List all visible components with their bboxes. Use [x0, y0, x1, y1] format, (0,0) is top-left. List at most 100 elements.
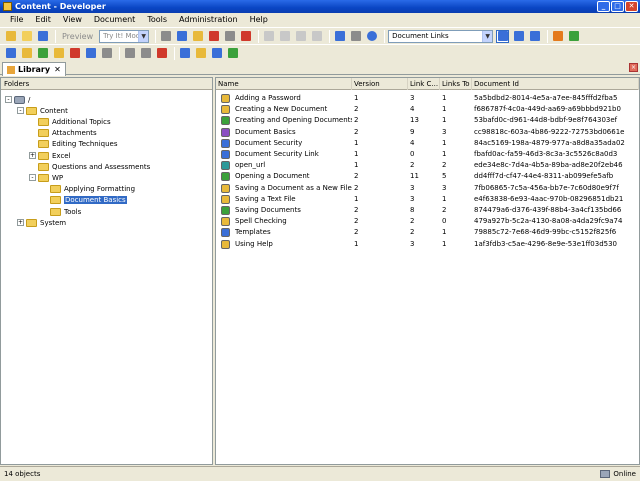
column-version[interactable]: Version — [352, 78, 408, 90]
link-icon[interactable] — [210, 47, 223, 60]
folder-applying-formatting[interactable]: Applying Formatting — [41, 184, 135, 195]
help-icon[interactable] — [365, 30, 378, 43]
list-item[interactable]: Document Security 1 4 1 84ac5169-198a-4879-9… — [216, 138, 639, 149]
column-link-count[interactable]: Link C... — [408, 78, 440, 90]
check-in-icon[interactable] — [239, 30, 252, 43]
column-document-id[interactable]: Document Id — [472, 78, 639, 90]
doc-links-to: 2 — [442, 206, 447, 214]
outline-icon[interactable] — [139, 47, 152, 60]
details-view-icon[interactable] — [512, 30, 525, 43]
web-page-icon — [221, 161, 230, 171]
toolbar-separator — [547, 29, 549, 43]
import-icon[interactable] — [36, 47, 49, 60]
folder-attachments[interactable]: Attachments — [29, 128, 97, 139]
find-icon[interactable] — [333, 30, 346, 43]
undo-icon[interactable] — [262, 30, 275, 43]
folder-editing-techniques[interactable]: Editing Techniques — [29, 139, 118, 150]
folder-excel[interactable]: + Excel — [29, 150, 71, 161]
tree-root[interactable]: - / — [5, 94, 30, 105]
expand-icon[interactable]: + — [29, 152, 36, 159]
list-item[interactable]: Opening a Document 2 11 5 dd4fff7d-cf47-44e4… — [216, 171, 639, 182]
doc-link-count: 4 — [410, 105, 415, 114]
doc-id: fbafd0ac-fa59-46d3-8c3a-3c5526c8a0d3 — [474, 150, 618, 158]
folder-questions-and-assessments[interactable]: Questions and Assessments — [29, 161, 150, 172]
move-up-icon[interactable] — [178, 47, 191, 60]
preview-button[interactable]: Preview — [59, 32, 96, 41]
folder-document-basics[interactable]: Document Basics — [41, 195, 127, 206]
insert-icon[interactable] — [123, 47, 136, 60]
folders-pane: Folders - / - Content Additional Topics Attac… — [0, 77, 213, 465]
record-icon[interactable] — [84, 47, 97, 60]
new-window-icon[interactable] — [551, 30, 564, 43]
open-folder-icon[interactable] — [20, 30, 33, 43]
expand-icon[interactable] — [310, 30, 323, 43]
list-item[interactable]: Saving a Document as a New File 2 3 3 7fb068… — [216, 183, 639, 194]
columns-view-icon[interactable] — [528, 30, 541, 43]
save-icon[interactable] — [36, 30, 49, 43]
menu-file[interactable]: File — [4, 13, 29, 27]
toolbar-separator — [55, 29, 56, 43]
doc-name: open_url — [235, 161, 266, 170]
close-button[interactable]: ✕ — [625, 1, 638, 12]
list-item[interactable]: Creating a New Document 2 4 1 f686787f-4c0a-… — [216, 104, 639, 115]
filter-icon[interactable] — [349, 30, 362, 43]
menu-tools[interactable]: Tools — [141, 13, 173, 27]
column-name[interactable]: Name — [216, 78, 352, 90]
doc-link-count: 0 — [410, 150, 415, 158]
properties-icon[interactable] — [223, 30, 236, 43]
delete-icon[interactable] — [207, 30, 220, 43]
folder-wp[interactable]: - WP — [29, 172, 63, 183]
maximize-button[interactable]: □ — [611, 1, 624, 12]
list-item[interactable]: Creating and Opening Documents 2 13 1 53bafd… — [216, 115, 639, 126]
package-icon[interactable] — [68, 47, 81, 60]
doc-link-count: 9 — [410, 127, 415, 136]
doc-id: 84ac5169-198a-4879-977a-a8d8a35ada02 — [474, 138, 625, 147]
refresh-icon[interactable] — [567, 30, 580, 43]
redo-icon[interactable] — [278, 30, 291, 43]
new-document-icon[interactable] — [4, 30, 17, 43]
mode-select[interactable]: Try It! Mode ▼ — [99, 29, 150, 43]
list-item[interactable]: Document Security Link 1 0 1 fbafd0ac-fa59-4… — [216, 149, 639, 160]
menu-document[interactable]: Document — [88, 13, 141, 27]
format-icon[interactable] — [155, 47, 168, 60]
copy-icon[interactable] — [175, 30, 188, 43]
list-item[interactable]: Using Help 1 3 1 1af3fdb3-c5ae-4296-8e9e-53e… — [216, 239, 639, 250]
layout-icon[interactable] — [100, 47, 113, 60]
collapse-icon[interactable]: - — [5, 96, 12, 103]
folder-tools[interactable]: Tools — [41, 206, 81, 217]
list-item[interactable]: Spell Checking 2 2 0 479a927b-5c2a-4130-8a08… — [216, 216, 639, 227]
list-item[interactable]: Saving Documents 2 8 2 874479a6-d376-439f-88… — [216, 205, 639, 216]
close-all-icon[interactable]: × — [629, 63, 638, 72]
tab-library[interactable]: Library ✕ — [2, 62, 66, 76]
list-item[interactable]: Templates 2 2 1 79885c72-7e68-46d9-99bc-c515… — [216, 227, 639, 238]
publish-icon[interactable] — [4, 47, 17, 60]
split-view-icon[interactable] — [496, 29, 510, 43]
view-select[interactable]: Document Links ▼ — [388, 29, 494, 43]
menu-help[interactable]: Help — [244, 13, 274, 27]
menu-administration[interactable]: Administration — [173, 13, 244, 27]
generate-icon[interactable] — [20, 47, 33, 60]
collapse-icon[interactable]: - — [17, 107, 24, 115]
column-links-to[interactable]: Links To — [440, 78, 472, 90]
tree-icon[interactable] — [194, 47, 207, 60]
folder-additional-topics[interactable]: Additional Topics — [29, 116, 111, 127]
folder-content[interactable]: - Content — [17, 105, 68, 116]
check-icon[interactable] — [226, 47, 239, 60]
minimize-button[interactable]: _ — [597, 1, 610, 12]
list-item[interactable]: Saving a Text File 1 3 1 e4f63838-6e93-4aac-… — [216, 194, 639, 205]
menu-view[interactable]: View — [57, 13, 88, 27]
list-item[interactable]: open_url 1 2 2 ede34e8c-7d4a-4b5a-89ba-ad8e2… — [216, 160, 639, 171]
doc-links-to: 1 — [442, 228, 447, 237]
menu-edit[interactable]: Edit — [29, 13, 57, 27]
close-icon[interactable]: ✕ — [54, 65, 61, 74]
expand-icon[interactable]: + — [17, 219, 24, 227]
list-item[interactable]: Document Basics 2 9 3 cc98818c-603a-4b86-922… — [216, 127, 639, 138]
paste-icon[interactable] — [191, 30, 204, 43]
collapse-icon[interactable]: - — [29, 174, 36, 182]
doc-version: 2 — [354, 127, 359, 136]
list-item[interactable]: Adding a Password 1 3 1 5a5bdbd2-8014-4e5a-a… — [216, 93, 639, 104]
collapse-icon[interactable] — [294, 30, 307, 43]
cut-icon[interactable] — [159, 30, 172, 43]
export-icon[interactable] — [52, 47, 65, 60]
folder-system[interactable]: + System — [17, 217, 66, 228]
